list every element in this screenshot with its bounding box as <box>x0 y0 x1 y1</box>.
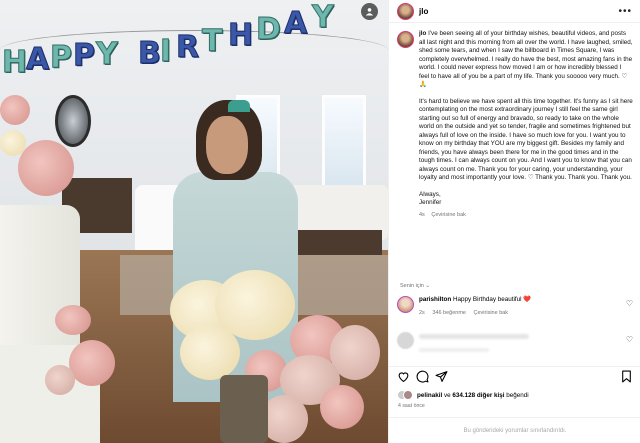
liker-username[interactable]: pelinakil <box>417 392 442 399</box>
banner-letter: Y <box>312 0 335 36</box>
user-tag-icon <box>365 8 374 16</box>
share-paper-plane-icon[interactable] <box>435 370 448 383</box>
happy-birthday-banner: H A P P Y B I R T H D A Y <box>0 0 388 90</box>
comment-meta: 2s 346 beğenme Çevirisine bak <box>419 309 627 317</box>
liker-avatar <box>403 390 413 400</box>
likes-connector: ve <box>442 391 453 399</box>
comment-text: Happy Birthday beautiful ❤️ <box>452 296 532 303</box>
blurred-comment-text <box>419 334 529 339</box>
banner-letter: P <box>73 38 96 74</box>
likes-count[interactable]: 634.128 diğer kişi <box>452 392 504 399</box>
comment-like-heart-icon[interactable]: ♡ <box>626 335 633 344</box>
comment-translate-link[interactable]: Çevirisine bak <box>474 310 509 316</box>
banner-letter: A <box>283 6 308 42</box>
blurred-comment-meta <box>419 348 489 352</box>
post-header: jlo ••• <box>389 0 640 23</box>
comment-body: parishilton Happy Birthday beautiful ❤️ … <box>419 296 627 317</box>
comment-like-heart-icon[interactable]: ♡ <box>626 299 633 308</box>
post-photo[interactable]: H A P P Y B I R T H D A Y <box>0 0 388 443</box>
caption-username[interactable]: jlo <box>419 30 426 37</box>
likes-summary: pelinakil ve 634.128 diğer kişi beğendi <box>397 390 529 400</box>
post-detail-panel: jlo ••• jlo I've been seeing all of your… <box>388 0 640 443</box>
comment-body-blurred <box>419 332 627 355</box>
comment-username[interactable]: parishilton <box>419 296 451 303</box>
banner-letter: H <box>227 18 254 54</box>
banner-letter: P <box>50 40 73 76</box>
comments-restricted-notice: Bu gönderideki yorumlar sınırlandırıldı. <box>389 417 640 443</box>
post-actions-bar <box>389 366 640 386</box>
caption-signature: Always, Jennifer <box>419 190 442 207</box>
caption-body: jlo I've been seeing all of your birthda… <box>419 30 633 219</box>
photo-tags-icon[interactable] <box>361 3 378 20</box>
banner-letter: R <box>175 30 200 66</box>
caption-meta: 4s Çevirisine bak <box>419 211 633 220</box>
photo-coffee-table <box>297 230 382 255</box>
caption-area: jlo I've been seeing all of your birthda… <box>389 24 640 299</box>
banner-letter: T <box>201 24 223 60</box>
comment-row-blurred: ♡ <box>397 332 633 355</box>
comment-row: parishilton Happy Birthday beautiful ❤️ … <box>397 296 633 317</box>
caption: jlo I've been seeing all of your birthda… <box>397 30 633 219</box>
banner-letter: I <box>159 34 172 70</box>
comment-avatar[interactable] <box>397 296 414 313</box>
likes-suffix: beğendi <box>504 391 529 399</box>
comment-likes[interactable]: 346 beğenme <box>432 310 466 316</box>
caption-paragraph: It's hard to believe we have spent all t… <box>419 97 633 182</box>
caption-time: 4s <box>419 211 425 218</box>
likes-text: pelinakil ve 634.128 diğer kişi beğendi <box>417 392 529 399</box>
sort-for-you[interactable]: Senin için ⌄ <box>400 283 430 289</box>
banner-letter: A <box>25 42 50 78</box>
caption-paragraph: jlo I've been seeing all of your birthda… <box>419 30 633 90</box>
caption-translate-link[interactable]: Çevirisine bak <box>431 212 466 218</box>
author-username[interactable]: jlo <box>419 7 428 16</box>
author-avatar[interactable] <box>397 2 414 20</box>
banner-letter: H <box>1 45 28 81</box>
photo-cake-flowers <box>45 305 125 435</box>
comment-bubble-icon[interactable] <box>416 370 429 383</box>
like-heart-icon[interactable] <box>397 370 410 383</box>
caption-text: I've been seeing all of your birthday wi… <box>419 30 633 88</box>
banner-letter: D <box>256 12 282 48</box>
caption-avatar[interactable] <box>397 31 414 48</box>
comment-avatar-blurred <box>397 332 414 349</box>
photo-vase <box>220 375 268 443</box>
comment-time: 2s <box>419 310 425 316</box>
banner-letter: Y <box>96 37 119 73</box>
photo-flowers-left <box>0 95 80 205</box>
photo-window <box>322 95 366 190</box>
post-time-ago[interactable]: 4 saat önce <box>398 403 425 409</box>
more-options-icon[interactable]: ••• <box>618 6 632 17</box>
photo-flower-arrangement <box>170 270 388 443</box>
banner-letter: B <box>138 36 162 72</box>
save-bookmark-icon[interactable] <box>620 370 633 383</box>
